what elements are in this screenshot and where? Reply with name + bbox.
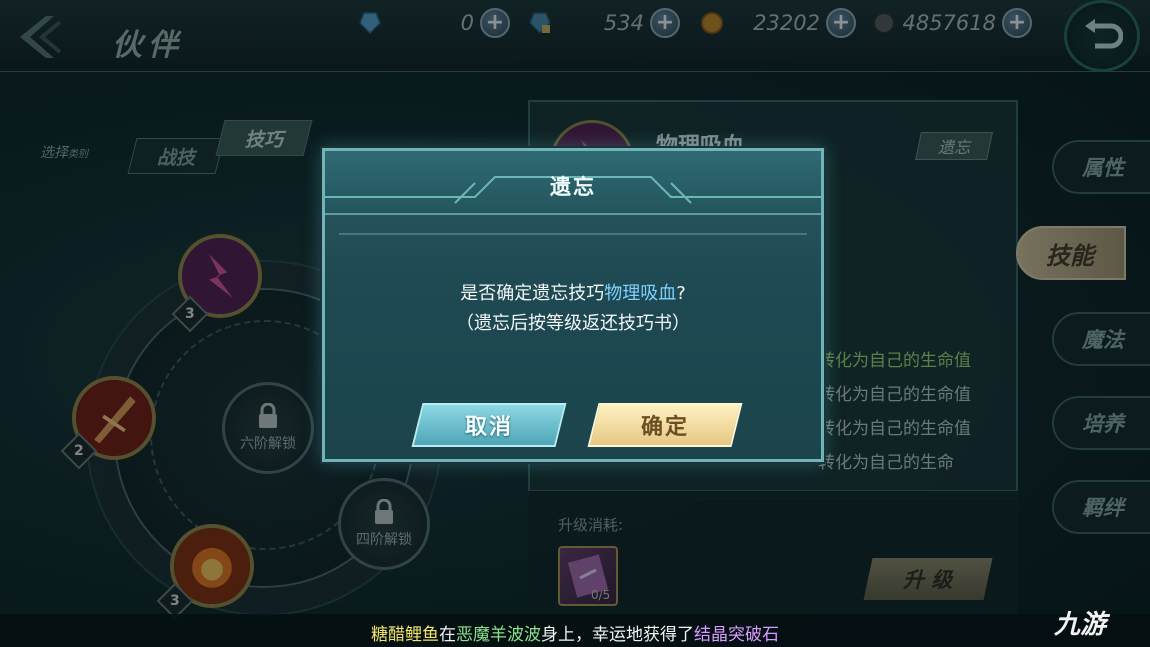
cancel-button[interactable]: 取消 xyxy=(411,403,567,447)
dialog-divider xyxy=(339,233,807,235)
ticker-message: 糖醋鲤鱼在恶魔羊波波身上，幸运地获得了结晶突破石 xyxy=(0,620,1150,645)
ticker-monster-name: 恶魔羊波波 xyxy=(456,625,541,645)
dialog-message-suffix: ? xyxy=(676,283,686,304)
ticker-item-name: 结晶突破石 xyxy=(694,625,779,645)
ticker-player-name: 糖醋鲤鱼 xyxy=(371,625,439,645)
ticker-text: 在 xyxy=(439,625,456,645)
confirm-button-label: 确定 xyxy=(640,415,689,440)
dialog-skill-name: 物理吸血 xyxy=(604,283,677,304)
cancel-button-label: 取消 xyxy=(464,415,513,440)
forget-dialog: 遗忘 是否确定遗忘技巧物理吸血? （遗忘后按等级返还技巧书） 取消 确定 xyxy=(322,148,824,462)
dialog-subtext: （遗忘后按等级返还技巧书） xyxy=(456,313,690,334)
dialog-title: 遗忘 xyxy=(550,175,596,199)
ticker-text: 身上，幸运地获得了 xyxy=(541,625,694,645)
confirm-button[interactable]: 确定 xyxy=(587,403,743,447)
dialog-message: 是否确定遗忘技巧物理吸血? xyxy=(325,279,821,305)
watermark-logo: 九游 xyxy=(1054,610,1107,640)
dialog-message-prefix: 是否确定遗忘技巧 xyxy=(460,283,605,304)
